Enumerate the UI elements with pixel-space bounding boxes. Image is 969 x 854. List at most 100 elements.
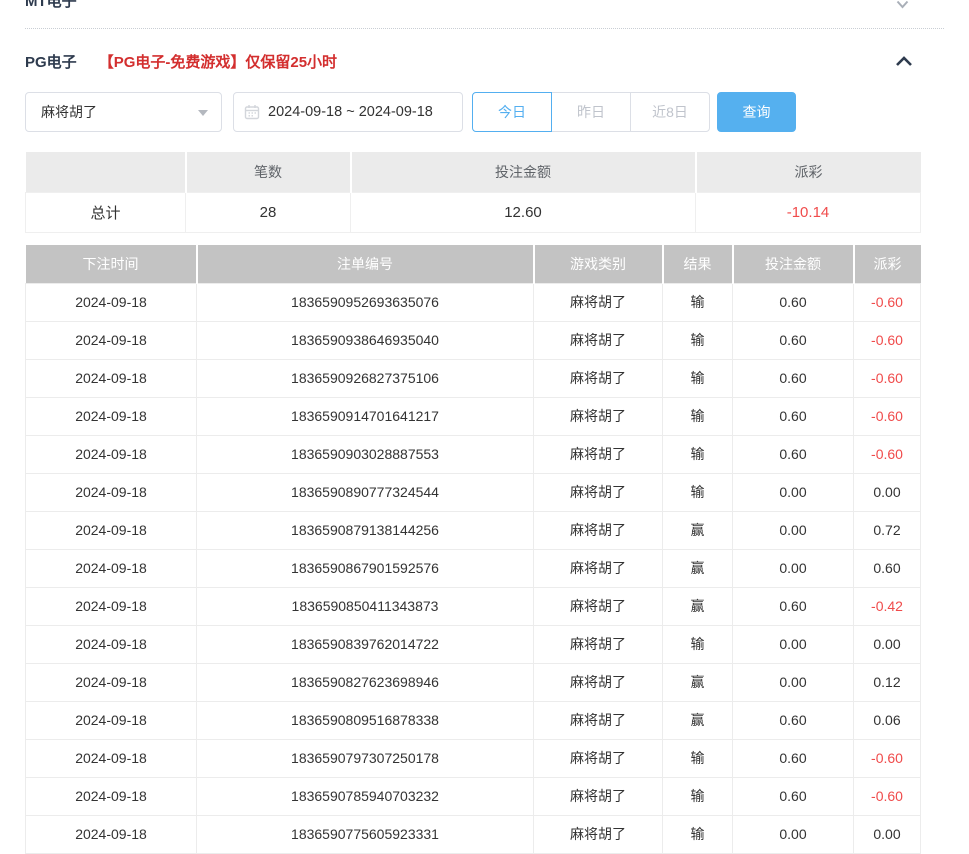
bet-amount-cell: 0.00: [733, 663, 854, 701]
game-select[interactable]: 麻将胡了: [25, 92, 222, 132]
section-divider: [25, 28, 944, 29]
bet-time-cell: 2024-09-18: [26, 397, 197, 435]
payout-cell: -0.60: [854, 359, 921, 397]
bet-amount-cell: 0.00: [733, 473, 854, 511]
order-id-cell: 1836590839762014722: [197, 625, 534, 663]
header-game-type: 游戏类别: [534, 245, 663, 283]
bet-time-cell: 2024-09-18: [26, 663, 197, 701]
header-bet-time: 下注时间: [26, 245, 197, 283]
collapse-section-button[interactable]: [895, 56, 913, 67]
summary-header-payout: 派彩: [696, 152, 921, 192]
order-id-cell: 1836590952693635076: [197, 283, 534, 321]
summary-header-row: 笔数 投注金额 派彩: [26, 152, 921, 192]
pg-section-title: PG电子: [25, 51, 77, 72]
table-row: 2024-09-181836590809516878338麻将胡了赢0.600.…: [26, 701, 921, 739]
order-id-cell: 1836590797307250178: [197, 739, 534, 777]
date-quick-button-group: 今日 昨日 近8日: [472, 92, 710, 132]
result-cell: 赢: [663, 511, 733, 549]
order-id-cell: 1836590890777324544: [197, 473, 534, 511]
order-id-cell: 1836590938646935040: [197, 321, 534, 359]
game-select-value: 麻将胡了: [41, 102, 97, 122]
order-id-cell: 1836590775605923331: [197, 815, 534, 853]
summary-bet-amount-value: 12.60: [351, 192, 696, 232]
result-cell: 输: [663, 435, 733, 473]
payout-cell: -0.60: [854, 435, 921, 473]
pg-section-notice: 【PG电子-免费游戏】仅保留25小时: [99, 51, 337, 72]
bet-amount-cell: 0.60: [733, 701, 854, 739]
summary-header-count: 笔数: [186, 152, 351, 192]
chevron-down-icon[interactable]: [896, 0, 909, 14]
bet-table-body: 2024-09-181836590952693635076麻将胡了输0.60-0…: [26, 283, 921, 853]
table-row: 2024-09-181836590914701641217麻将胡了输0.60-0…: [26, 397, 921, 435]
bet-amount-cell: 0.60: [733, 397, 854, 435]
table-row: 2024-09-181836590839762014722麻将胡了输0.000.…: [26, 625, 921, 663]
bet-amount-cell: 0.00: [733, 549, 854, 587]
table-row: 2024-09-181836590879138144256麻将胡了赢0.000.…: [26, 511, 921, 549]
bet-time-cell: 2024-09-18: [26, 549, 197, 587]
bet-amount-cell: 0.60: [733, 777, 854, 815]
bet-amount-cell: 0.00: [733, 815, 854, 853]
payout-cell: -0.60: [854, 397, 921, 435]
bet-time-cell: 2024-09-18: [26, 777, 197, 815]
result-cell: 赢: [663, 587, 733, 625]
bet-time-cell: 2024-09-18: [26, 587, 197, 625]
query-button[interactable]: 查询: [717, 92, 796, 132]
game-type-cell: 麻将胡了: [534, 587, 663, 625]
calendar-icon: [244, 104, 260, 120]
table-row: 2024-09-181836590903028887553麻将胡了输0.60-0…: [26, 435, 921, 473]
pg-section-header: PG电子 【PG电子-免费游戏】仅保留25小时: [25, 48, 944, 74]
result-cell: 输: [663, 815, 733, 853]
bet-time-cell: 2024-09-18: [26, 511, 197, 549]
header-result: 结果: [663, 245, 733, 283]
bet-time-cell: 2024-09-18: [26, 701, 197, 739]
game-type-cell: 麻将胡了: [534, 511, 663, 549]
bet-amount-cell: 0.60: [733, 359, 854, 397]
header-order-id: 注单编号: [197, 245, 534, 283]
game-type-cell: 麻将胡了: [534, 473, 663, 511]
table-row: 2024-09-181836590926827375106麻将胡了输0.60-0…: [26, 359, 921, 397]
order-id-cell: 1836590926827375106: [197, 359, 534, 397]
bet-amount-cell: 0.00: [733, 625, 854, 663]
order-id-cell: 1836590809516878338: [197, 701, 534, 739]
game-type-cell: 麻将胡了: [534, 549, 663, 587]
bet-time-cell: 2024-09-18: [26, 815, 197, 853]
bet-time-cell: 2024-09-18: [26, 739, 197, 777]
summary-header-bet-amount: 投注金额: [351, 152, 696, 192]
game-type-cell: 麻将胡了: [534, 777, 663, 815]
summary-count-value: 28: [186, 192, 351, 232]
last-8-days-button[interactable]: 近8日: [630, 92, 710, 132]
result-cell: 赢: [663, 701, 733, 739]
payout-cell: 0.12: [854, 663, 921, 701]
bet-time-cell: 2024-09-18: [26, 283, 197, 321]
result-cell: 输: [663, 321, 733, 359]
result-cell: 输: [663, 739, 733, 777]
date-range-input[interactable]: 2024-09-18 ~ 2024-09-18: [233, 92, 463, 132]
payout-cell: 0.60: [854, 549, 921, 587]
game-type-cell: 麻将胡了: [534, 739, 663, 777]
header-payout: 派彩: [854, 245, 921, 283]
yesterday-button[interactable]: 昨日: [551, 92, 631, 132]
payout-cell: 0.72: [854, 511, 921, 549]
table-row: 2024-09-181836590775605923331麻将胡了输0.000.…: [26, 815, 921, 853]
today-button[interactable]: 今日: [472, 92, 552, 132]
payout-cell: 0.00: [854, 815, 921, 853]
order-id-cell: 1836590827623698946: [197, 663, 534, 701]
table-row: 2024-09-181836590890777324544麻将胡了输0.000.…: [26, 473, 921, 511]
payout-cell: -0.60: [854, 739, 921, 777]
payout-cell: 0.00: [854, 473, 921, 511]
payout-cell: -0.60: [854, 321, 921, 359]
result-cell: 输: [663, 283, 733, 321]
bet-amount-cell: 0.60: [733, 435, 854, 473]
order-id-cell: 1836590867901592576: [197, 549, 534, 587]
table-row: 2024-09-181836590850411343873麻将胡了赢0.60-0…: [26, 587, 921, 625]
game-type-cell: 麻将胡了: [534, 625, 663, 663]
bet-amount-cell: 0.60: [733, 739, 854, 777]
order-id-cell: 1836590903028887553: [197, 435, 534, 473]
table-row: 2024-09-181836590827623698946麻将胡了赢0.000.…: [26, 663, 921, 701]
chevron-up-icon: [895, 56, 913, 67]
game-type-cell: 麻将胡了: [534, 663, 663, 701]
payout-cell: -0.60: [854, 283, 921, 321]
payout-cell: -0.60: [854, 777, 921, 815]
table-row: 2024-09-181836590797307250178麻将胡了输0.60-0…: [26, 739, 921, 777]
payout-cell: 0.06: [854, 701, 921, 739]
